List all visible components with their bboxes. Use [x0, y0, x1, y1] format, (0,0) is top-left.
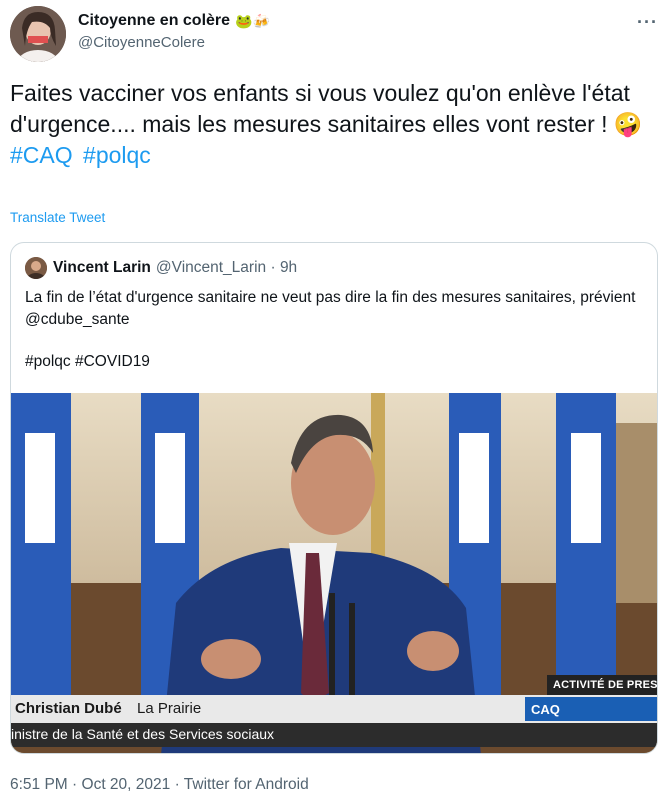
quoted-tweet-header: Vincent Larin @Vincent_Larin · 9h: [25, 257, 297, 279]
author-names: Citoyenne en colère 🐸🍻 @CitoyenneColere: [78, 10, 270, 51]
quoted-author-handle: @Vincent_Larin: [155, 259, 267, 276]
banner-name: Christian Dubé: [15, 700, 122, 717]
translate-tweet-link[interactable]: Translate Tweet: [10, 210, 105, 225]
tweet-source: Twitter for Android: [183, 776, 309, 793]
more-icon[interactable]: ···: [637, 12, 658, 33]
tweet-text: Faites vacciner vos enfants si vous voul…: [10, 78, 658, 171]
quoted-author-avatar: [25, 257, 47, 279]
banner-place: La Prairie: [137, 700, 202, 717]
author-avatar[interactable]: [10, 6, 66, 62]
tweet-header: Citoyenne en colère 🐸🍻 @CitoyenneColere …: [10, 6, 660, 62]
quoted-tweet-hashtags: #polqc #COVID19: [25, 353, 150, 370]
quoted-time-ago: 9h: [279, 259, 298, 276]
banner-title: inistre de la Santé et des Services soci…: [11, 726, 275, 742]
tweet-hashtags: #CAQ #polqc: [10, 140, 658, 171]
author-name-text: Citoyenne en colère: [78, 12, 231, 29]
tweet-body: Faites vacciner vos enfants si vous voul…: [10, 80, 643, 137]
separator-dot: ·: [72, 776, 82, 793]
hashtag-link[interactable]: #polqc: [83, 142, 151, 168]
press-activity-tag: ACTIVITÉ DE PRESSE: [547, 675, 657, 695]
quoted-author-name: Vincent Larin: [53, 259, 151, 276]
tweet-date[interactable]: Oct 20, 2021: [82, 776, 171, 793]
hashtag-link[interactable]: #CAQ: [10, 142, 73, 168]
quoted-tweet[interactable]: Vincent Larin @Vincent_Larin · 9h La fin…: [10, 242, 658, 754]
author-display-name[interactable]: Citoyenne en colère 🐸🍻: [78, 10, 270, 32]
caq-tag: CAQ: [525, 697, 657, 721]
quoted-tweet-text: La fin de l’état d'urgence sanitaire ne …: [25, 289, 636, 328]
tweet-time[interactable]: 6:51 PM: [10, 776, 68, 793]
quoted-tweet-image[interactable]: ACTIVITÉ DE PRESSE Christian Dubé La Pra…: [11, 393, 657, 753]
tweet-meta: 6:51 PM · Oct 20, 2021 · Twitter for And…: [10, 776, 309, 794]
separator-dot: ·: [266, 259, 280, 276]
separator-dot: ·: [174, 776, 184, 793]
name-emojis: 🐸🍻: [235, 12, 270, 29]
author-handle[interactable]: @CitoyenneColere: [78, 34, 270, 51]
